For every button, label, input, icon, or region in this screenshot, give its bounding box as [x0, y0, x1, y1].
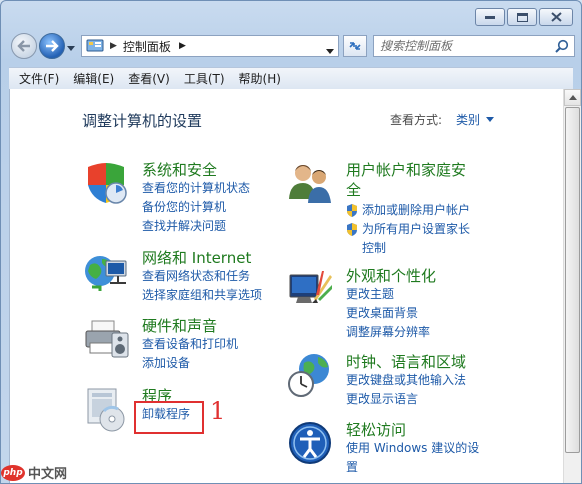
address-bar[interactable]: ▶ 控制面板 ▶ [81, 35, 339, 57]
chevron-down-icon [67, 46, 75, 51]
link-devices-printers[interactable]: 查看设备和打印机 [142, 335, 238, 354]
vertical-scrollbar[interactable] [563, 89, 581, 483]
window-frame: ▶ 控制面板 ▶ 文件(F) 编辑(E) 查看(V) 工具(T) 帮助(H) [0, 0, 582, 484]
category-title[interactable]: 外观和个性化 [346, 265, 436, 286]
ease-of-access-icon [289, 422, 331, 464]
minimize-icon [485, 16, 495, 19]
link-backup-computer[interactable]: 备份您的计算机 [142, 198, 250, 217]
watermark: php 中文网 [1, 463, 67, 482]
back-button[interactable] [11, 33, 37, 59]
recent-pages-dropdown[interactable] [67, 41, 75, 55]
link-add-remove-accounts[interactable]: 添加或删除用户帐户 [346, 201, 470, 220]
annotation-number: 1 [210, 397, 226, 425]
close-icon [550, 12, 562, 22]
menu-tools[interactable]: 工具(T) [178, 68, 231, 89]
category-title[interactable]: 时钟、语言和区域 [346, 351, 466, 372]
menu-edit[interactable]: 编辑(E) [67, 68, 120, 89]
navigation-bar: ▶ 控制面板 ▶ [7, 31, 575, 63]
chevron-down-icon [326, 49, 334, 54]
uac-shield-icon [347, 223, 357, 236]
category-title[interactable]: 硬件和声音 [142, 315, 217, 336]
address-dropdown[interactable] [326, 43, 334, 57]
category-title[interactable]: 系统和安全 [142, 159, 217, 180]
caption-buttons [475, 8, 573, 26]
link-homegroup-sharing[interactable]: 选择家庭组和共享选项 [142, 286, 262, 305]
maximize-icon [516, 12, 528, 22]
arrow-left-icon [17, 40, 30, 52]
page-title: 调整计算机的设置 [82, 112, 203, 130]
annotation-highlight-box [134, 401, 204, 434]
uac-shield-icon [347, 204, 357, 217]
close-button[interactable] [539, 8, 573, 26]
view-by: 查看方式: 类别 [390, 111, 495, 128]
menu-help[interactable]: 帮助(H) [233, 68, 287, 89]
clock-globe-icon [288, 354, 329, 397]
network-icon [85, 256, 127, 291]
refresh-icon [349, 42, 361, 50]
menu-view[interactable]: 查看(V) [122, 68, 176, 89]
users-icon [289, 165, 331, 203]
search-icon[interactable] [555, 39, 569, 53]
maximize-button[interactable] [507, 8, 537, 26]
watermark-logo: php [1, 464, 25, 481]
arrow-right-icon [46, 40, 59, 52]
link-text: 添加或删除用户帐户 [362, 203, 471, 217]
link-find-fix-problems[interactable]: 查找并解决问题 [142, 217, 250, 236]
link-text: 为所有用户设置家长 [362, 222, 471, 236]
category-title-continued[interactable]: 全 [346, 179, 361, 200]
forward-button[interactable] [39, 33, 65, 59]
view-by-dropdown[interactable]: 类别 [456, 111, 480, 128]
view-by-label: 查看方式: [390, 113, 443, 127]
shield-icon [88, 163, 127, 204]
link-screen-resolution[interactable]: 调整屏幕分辨率 [346, 323, 430, 342]
watermark-text: 中文网 [28, 467, 68, 482]
link-parental-controls[interactable]: 为所有用户设置家长 [346, 220, 470, 239]
control-panel-icon [86, 39, 104, 52]
link-windows-suggested-settings-continued[interactable]: 置 [346, 458, 479, 477]
search-input[interactable] [380, 39, 550, 53]
programs-icon [87, 388, 125, 432]
category-title[interactable]: 用户帐户和家庭安 [346, 159, 466, 180]
breadcrumb-separator[interactable]: ▶ [179, 41, 186, 51]
link-windows-suggested-settings[interactable]: 使用 Windows 建议的设 [346, 439, 479, 458]
menu-bar: 文件(F) 编辑(E) 查看(V) 工具(T) 帮助(H) [9, 67, 573, 89]
link-change-display-language[interactable]: 更改显示语言 [346, 390, 466, 409]
refresh-button[interactable] [343, 35, 367, 57]
link-view-computer-status[interactable]: 查看您的计算机状态 [142, 179, 250, 198]
scroll-up-button[interactable] [564, 89, 581, 106]
breadcrumb-separator[interactable]: ▶ [110, 41, 117, 51]
content-pane: 调整计算机的设置 查看方式: 类别 系统和安全 查看您的计算机状态 备份您的计算… [9, 89, 563, 483]
link-change-theme[interactable]: 更改主题 [346, 285, 430, 304]
link-add-device[interactable]: 添加设备 [142, 354, 238, 373]
menu-file[interactable]: 文件(F) [13, 68, 65, 89]
scroll-thumb[interactable] [565, 107, 580, 453]
search-box[interactable] [373, 35, 575, 57]
minimize-button[interactable] [475, 8, 505, 26]
link-parental-controls-continued[interactable]: 控制 [346, 239, 470, 258]
link-network-status[interactable]: 查看网络状态和任务 [142, 267, 262, 286]
link-desktop-background[interactable]: 更改桌面背景 [346, 304, 430, 323]
category-title[interactable]: 网络和 Internet [142, 247, 251, 268]
breadcrumb-control-panel[interactable]: 控制面板 [123, 38, 171, 55]
link-change-keyboard-input[interactable]: 更改键盘或其他输入法 [346, 371, 466, 390]
category-title[interactable]: 轻松访问 [346, 419, 406, 440]
appearance-icon [289, 271, 332, 303]
chevron-up-icon [568, 95, 577, 100]
printer-icon [85, 320, 129, 358]
chevron-down-icon[interactable] [486, 117, 495, 122]
